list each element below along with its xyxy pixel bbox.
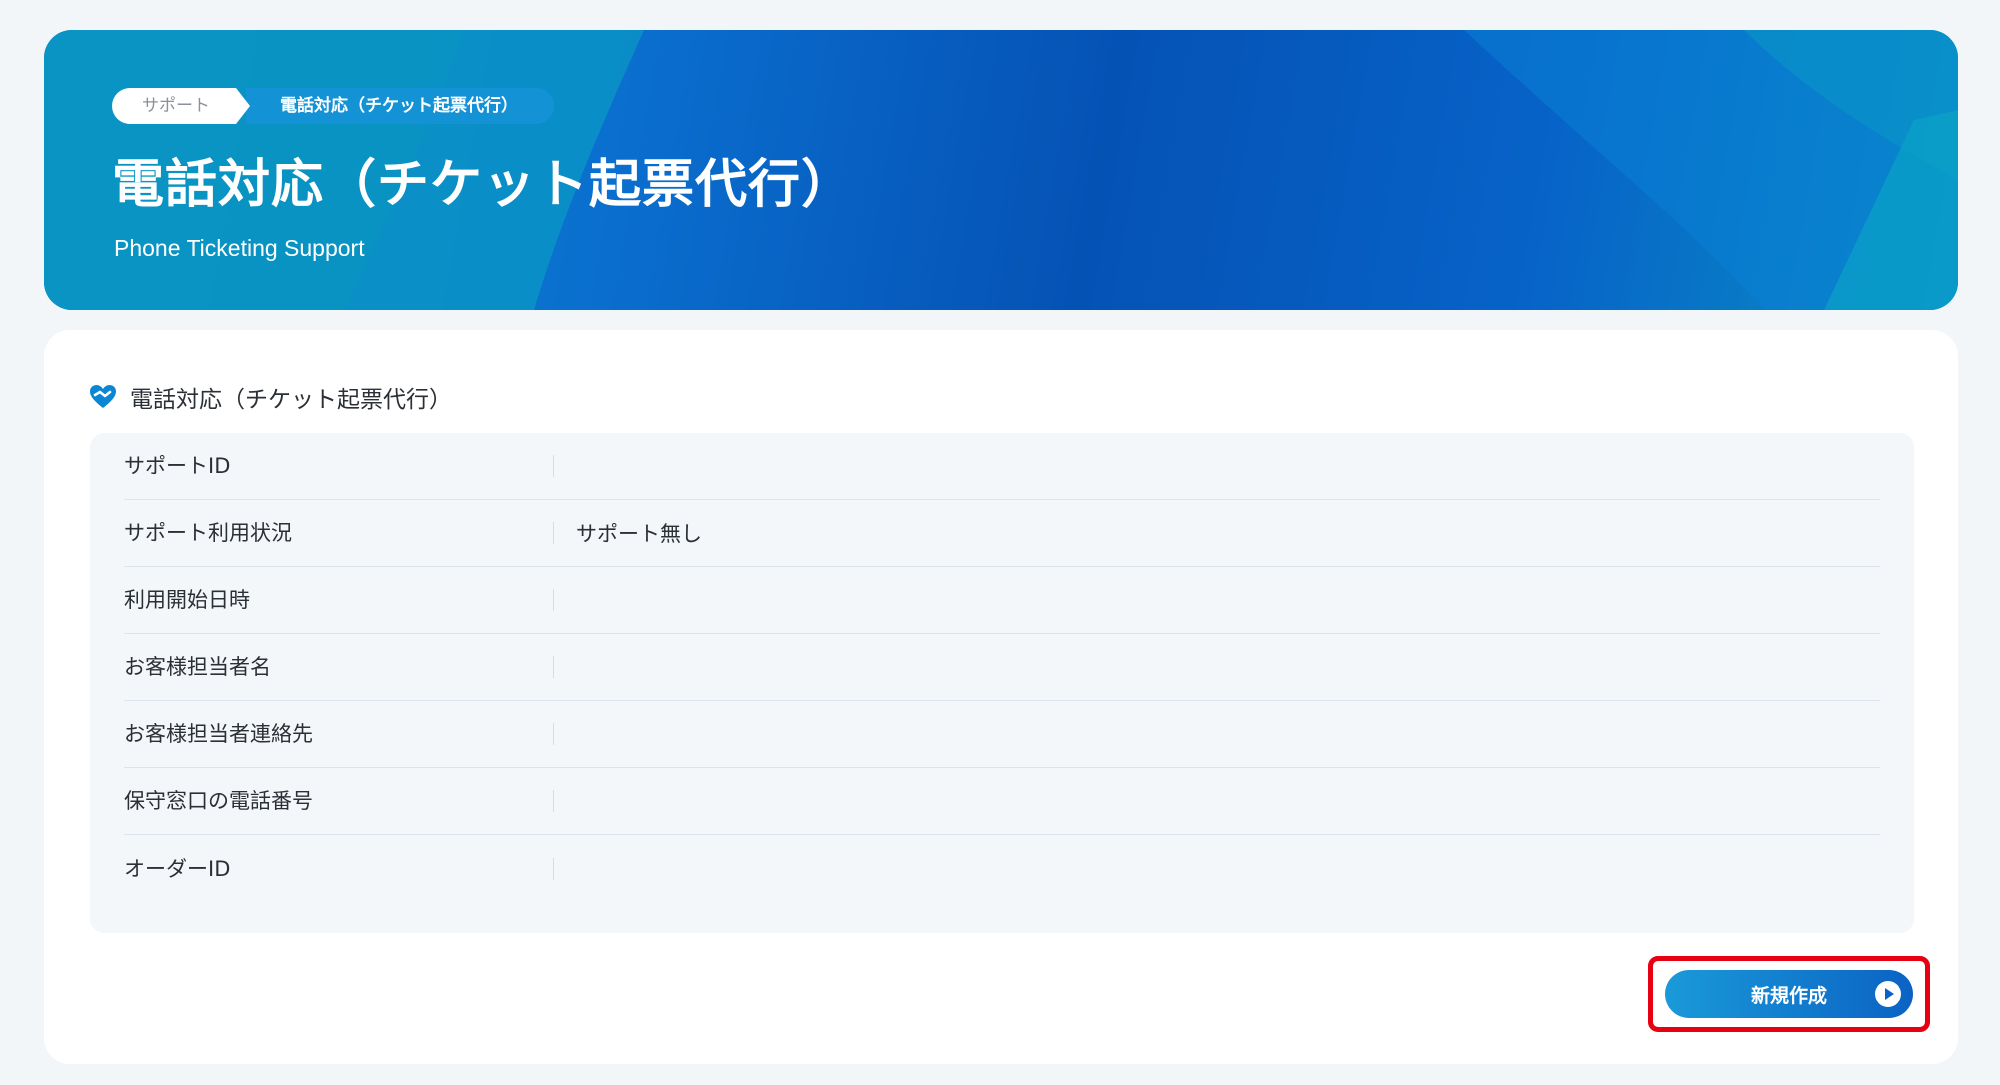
section-title: 電話対応（チケット起票代行） [130, 387, 452, 413]
info-value: サポート無し [576, 522, 702, 546]
section-header: 電話対応（チケット起票代行） [88, 380, 452, 414]
info-label: お客様担当者名 [124, 656, 554, 678]
page-header-banner: サポート 電話対応（チケット起票代行） 電話対応（チケット起票代行） Phone… [44, 30, 1958, 310]
page-subtitle: Phone Ticketing Support [114, 235, 365, 261]
info-label: お客様担当者連絡先 [124, 723, 554, 745]
info-row-support-id: サポートID [124, 433, 1880, 500]
info-row-contact-info: お客様担当者連絡先 [124, 701, 1880, 768]
info-label: サポートID [124, 455, 554, 477]
highlight-frame: 新規作成 [1648, 956, 1930, 1032]
info-row-order-id: オーダーID [124, 835, 1880, 902]
info-label: 利用開始日時 [124, 589, 554, 611]
info-row-start-date: 利用開始日時 [124, 567, 1880, 634]
info-row-support-status: サポート利用状況 サポート無し [124, 500, 1880, 567]
info-label: 保守窓口の電話番号 [124, 790, 554, 812]
content-card: 電話対応（チケット起票代行） サポートID サポート利用状況 サポート無し 利用… [44, 330, 1958, 1064]
support-info-table: サポートID サポート利用状況 サポート無し 利用開始日時 お客様担当者名 お客… [90, 433, 1914, 933]
new-create-button-label: 新規作成 [1750, 984, 1827, 1007]
info-label: オーダーID [124, 857, 554, 880]
breadcrumb-item-support[interactable]: サポート [112, 88, 250, 124]
page-title: 電話対応（チケット起票代行） [112, 155, 855, 215]
breadcrumb-item-current: 電話対応（チケット起票代行） [246, 88, 554, 124]
breadcrumb: サポート 電話対応（チケット起票代行） [112, 88, 554, 124]
info-row-contact-name: お客様担当者名 [124, 634, 1880, 701]
play-arrow-icon [1875, 981, 1901, 1007]
info-label: サポート利用状況 [124, 522, 554, 544]
info-row-helpdesk-phone: 保守窓口の電話番号 [124, 768, 1880, 835]
heart-handshake-icon [90, 385, 116, 408]
new-create-button[interactable]: 新規作成 [1665, 970, 1913, 1018]
